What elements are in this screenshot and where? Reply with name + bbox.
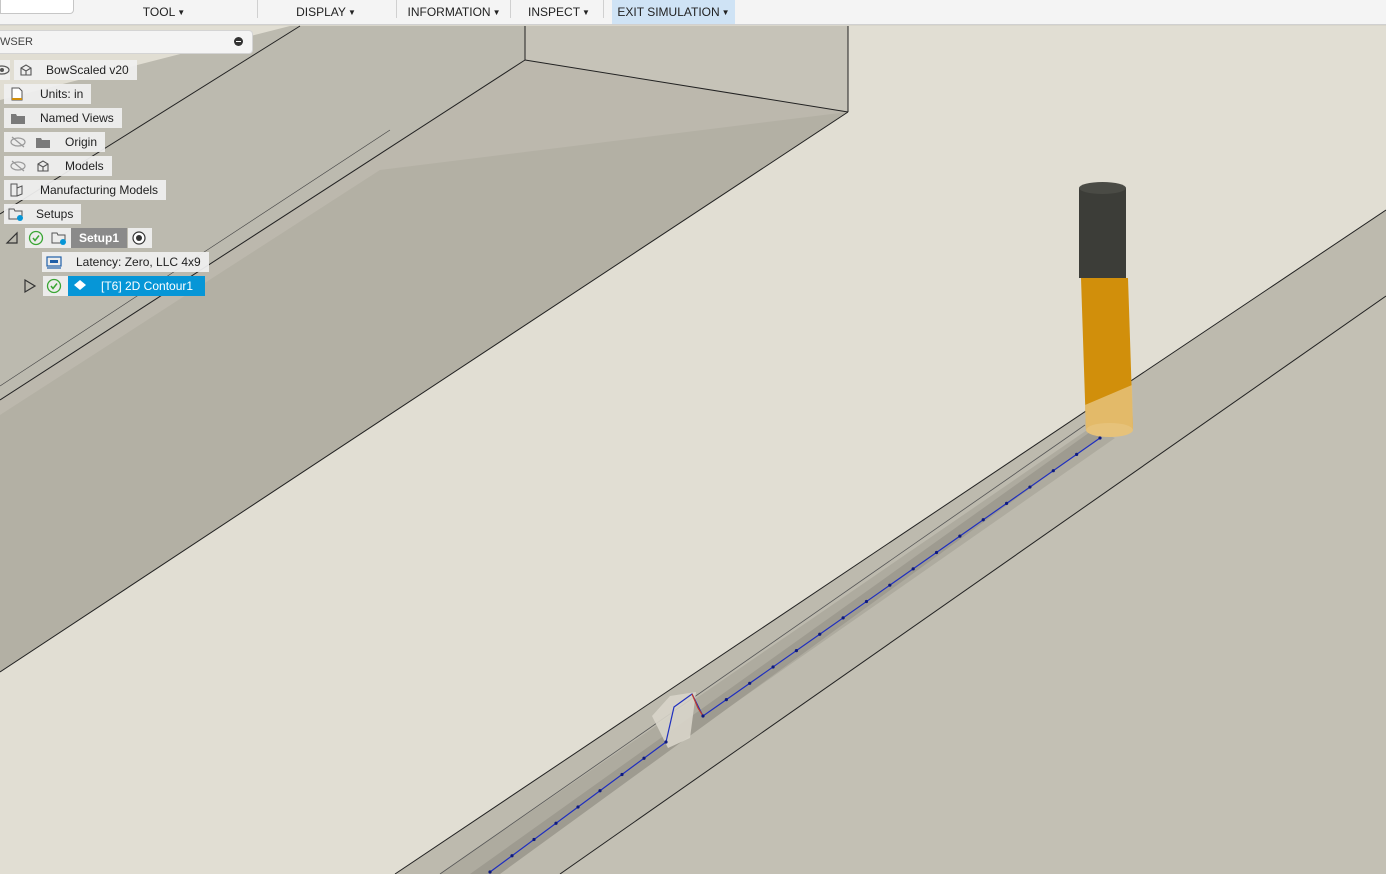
- tree-node-manufacturing-models[interactable]: Manufacturing Models: [0, 180, 172, 200]
- eye-icon[interactable]: [0, 62, 10, 78]
- tree-node-units[interactable]: Units: in: [0, 84, 100, 104]
- browser-header: WSER: [0, 30, 253, 54]
- toolbar-divider: [510, 0, 511, 18]
- tree-node-setups-label: Setups: [28, 204, 82, 224]
- tree-node-operation[interactable]: [T6] 2D Contour1: [0, 276, 210, 296]
- toolpath-point: [841, 616, 845, 620]
- toolpath-point: [958, 534, 962, 538]
- setup-folder-icon: [51, 232, 66, 245]
- toolpath-point: [620, 772, 624, 777]
- toolpath-point: [642, 756, 646, 760]
- contour-operation-icon: [74, 280, 86, 290]
- toolpath-point: [554, 821, 558, 825]
- tree-node-machine[interactable]: Latency: Zero, LLC 4x9: [0, 252, 210, 272]
- tool-holder-top: [1079, 182, 1126, 194]
- toolpath-point: [1028, 485, 1032, 489]
- toolbar-divider: [257, 0, 258, 18]
- eye-hidden-icon[interactable]: [10, 158, 26, 174]
- tool-tip: [1086, 423, 1133, 437]
- collapse-arrow-icon[interactable]: [4, 230, 20, 246]
- component-icon: [20, 64, 32, 76]
- display-menu-label: DISPLAY: [296, 5, 346, 19]
- search-box[interactable]: [0, 0, 74, 14]
- caret-down-icon: ▼: [721, 8, 730, 17]
- toolpath-point: [934, 550, 939, 555]
- inspect-menu[interactable]: INSPECT ▼: [524, 0, 594, 24]
- browser-title: WSER: [0, 36, 33, 48]
- toolpath-point: [794, 648, 799, 653]
- information-menu[interactable]: INFORMATION ▼: [404, 0, 504, 24]
- tree-node-origin[interactable]: Origin: [0, 132, 120, 152]
- toolpath-point: [532, 837, 536, 842]
- toolpath-point: [598, 789, 602, 793]
- machine-icon: [46, 256, 62, 269]
- toolpath-point: [864, 599, 869, 604]
- tree-node-setups[interactable]: Setups: [0, 204, 90, 224]
- tool-menu-label: TOOL: [142, 5, 176, 19]
- setup-folder-icon: [8, 208, 23, 221]
- tool-menu[interactable]: TOOL ▼: [130, 0, 198, 24]
- toolbar: TOOL ▼ DISPLAY ▼ INFORMATION ▼ INSPECT ▼ EXI…: [0, 0, 1386, 25]
- tree-node-units-label: Units: in: [32, 84, 92, 104]
- toolpath-point: [888, 583, 892, 587]
- toolpath-point: [510, 854, 514, 858]
- toolbar-divider: [396, 0, 397, 18]
- toolpath-point: [1051, 469, 1055, 473]
- tree-node-named-views[interactable]: Named Views: [0, 108, 130, 128]
- tree-node-manufacturing-models-label: Manufacturing Models: [32, 180, 167, 200]
- toolpath-point: [911, 567, 915, 571]
- tree-node-setup1-label: Setup1: [71, 228, 128, 248]
- expand-arrow-icon[interactable]: [22, 278, 38, 294]
- tree-node-machine-label: Latency: Zero, LLC 4x9: [68, 252, 209, 272]
- caret-down-icon: ▼: [582, 8, 590, 17]
- tree-node-models[interactable]: Models: [0, 156, 120, 176]
- manufacturing-model-icon: [10, 183, 23, 197]
- tree-node-operation-label: [T6] 2D Contour1: [68, 276, 206, 296]
- tree-node-models-label: Models: [57, 156, 112, 176]
- tree-node-setup1[interactable]: Setup1: [0, 228, 160, 248]
- display-menu[interactable]: DISPLAY ▼: [290, 0, 362, 24]
- exit-simulation-menu-label: EXIT SIMULATION: [617, 5, 720, 19]
- cutting-tool[interactable]: [1079, 182, 1133, 437]
- caret-down-icon: ▼: [177, 8, 186, 17]
- tree-node-root[interactable]: BowScaled v20: [0, 60, 140, 80]
- toolpath-point: [771, 665, 775, 669]
- simulation-viewport[interactable]: [0, 0, 1386, 874]
- caret-down-icon: ▼: [492, 8, 501, 17]
- check-circle-icon: [46, 278, 62, 294]
- inspect-menu-label: INSPECT: [528, 5, 581, 19]
- caret-down-icon: ▼: [347, 8, 356, 17]
- information-menu-label: INFORMATION: [407, 5, 491, 19]
- tree-node-named-views-label: Named Views: [32, 108, 122, 128]
- units-icon: [11, 87, 23, 101]
- folder-icon: [11, 114, 25, 124]
- tool-holder: [1079, 188, 1126, 278]
- eye-hidden-icon[interactable]: [10, 134, 26, 150]
- folder-icon: [36, 138, 50, 148]
- tree-node-root-label: BowScaled v20: [38, 60, 137, 80]
- tree-node-origin-label: Origin: [57, 132, 106, 152]
- toolpath-point: [724, 698, 728, 702]
- component-icon: [37, 160, 49, 172]
- toolpath-point: [576, 805, 580, 809]
- toolpath-point: [488, 870, 492, 874]
- toolpath-point: [981, 518, 985, 522]
- toolpath-point: [701, 714, 705, 718]
- toolpath-point: [1004, 501, 1009, 506]
- toolpath-point: [1075, 452, 1079, 456]
- check-circle-icon: [28, 230, 44, 246]
- radio-active-icon[interactable]: [131, 230, 147, 246]
- toolpath-point: [664, 740, 668, 744]
- toolpath-point: [1098, 436, 1102, 440]
- toolpath-point: [818, 632, 822, 636]
- exit-simulation-menu[interactable]: EXIT SIMULATION ▼: [612, 0, 735, 24]
- toolpath-point: [748, 681, 752, 685]
- toolbar-divider: [603, 0, 604, 18]
- collapse-icon[interactable]: [234, 37, 243, 46]
